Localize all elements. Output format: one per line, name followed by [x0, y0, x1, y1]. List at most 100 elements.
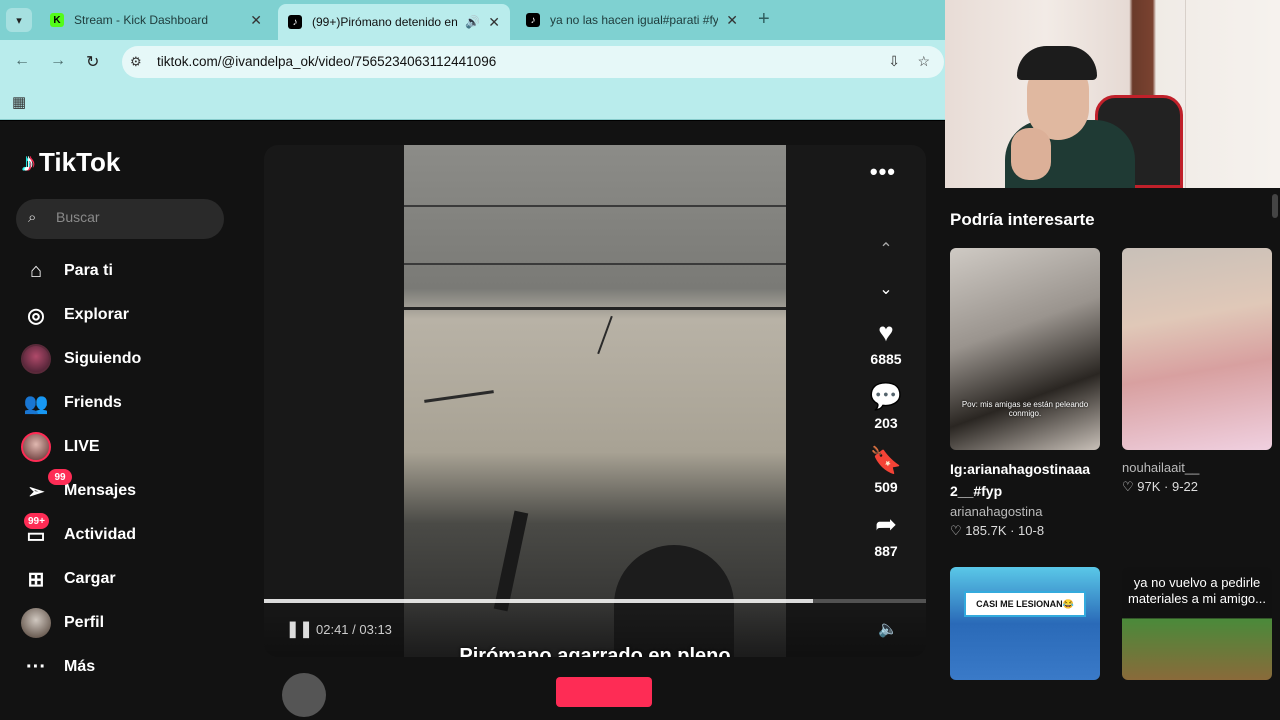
heart-outline-icon: ♡ — [1122, 479, 1134, 494]
suggestions-panel: Podría interesarte Pov: mis amigas se es… — [945, 188, 1280, 720]
pavement-line — [404, 263, 786, 265]
streamer-cap — [1017, 46, 1097, 80]
nav-item-perfil[interactable]: Perfil — [20, 601, 141, 645]
close-icon[interactable]: ✕ — [488, 14, 500, 31]
search-box[interactable]: ⌕ — [16, 199, 224, 239]
forward-icon[interactable]: → — [50, 52, 66, 70]
card-title: Ig:arianahagostinaaa 2__#fyp — [950, 458, 1100, 502]
tab-title: Stream - Kick Dashboard — [74, 13, 209, 27]
nav-item-mas[interactable]: ··· Más — [20, 645, 141, 689]
save-action[interactable]: 🔖 509 — [852, 443, 920, 501]
search-input[interactable] — [56, 209, 206, 225]
volume-icon[interactable]: 🔈 — [878, 619, 898, 639]
pause-icon[interactable]: ❚❚ — [286, 619, 313, 639]
scrollbar-thumb[interactable] — [1272, 194, 1278, 218]
more-icon: ··· — [26, 655, 46, 678]
friends-icon: 👥 — [23, 392, 49, 415]
suggestion-card[interactable]: Pov: mis amigas se están peleando conmig… — [950, 248, 1100, 539]
bookmark-star-icon[interactable]: ☆ — [917, 53, 930, 70]
nav-label: Siguiendo — [64, 350, 142, 367]
messages-icon: ➢ — [27, 480, 45, 503]
heart-outline-icon: ♡ — [950, 523, 962, 538]
video-thumbnail[interactable] — [1122, 248, 1272, 450]
suggestion-card[interactable]: nouhailaait__ ♡ 97K · 9-22 — [1122, 248, 1272, 495]
tab-kick-dashboard[interactable]: K Stream - Kick Dashboard ✕ — [40, 4, 272, 36]
following-avatar — [21, 344, 51, 374]
card-user: nouhailaait__ — [1122, 460, 1200, 475]
bookmarks-bar: ▦ — [0, 84, 945, 120]
tab-tiktok-video[interactable]: ♪ (99+)Pirómano detenido en 🔊 ✕ — [278, 4, 510, 40]
chevron-down-icon: ▾ — [16, 14, 22, 27]
card-title-line: Ig:arianahagostinaaa — [950, 461, 1091, 477]
nav-item-mensajes[interactable]: ➢ 99 Mensajes — [20, 469, 141, 513]
tab-search-button[interactable]: ▾ — [6, 8, 32, 32]
pavement-edge — [404, 307, 786, 310]
kick-icon: K — [50, 13, 64, 27]
nav-label: LIVE — [64, 438, 100, 455]
apps-grid-icon[interactable]: ▦ — [12, 93, 26, 111]
video-thumbnail[interactable]: CASI ME LESIONAN😂 — [950, 567, 1100, 680]
author-avatar[interactable] — [282, 673, 326, 717]
comment-action[interactable]: 💬 203 — [852, 379, 920, 437]
close-icon[interactable]: ✕ — [250, 12, 262, 29]
nav-item-actividad[interactable]: ▭ 99+ Actividad — [20, 513, 141, 557]
install-app-icon[interactable]: ⇩ — [888, 53, 900, 70]
video-progress-fill — [264, 599, 814, 603]
next-video-button[interactable]: ⌄ — [852, 269, 920, 309]
nav-label: Friends — [64, 394, 122, 411]
video-frame[interactable] — [404, 145, 786, 657]
follow-button[interactable] — [556, 677, 652, 707]
video-caption: Pirómano agarrado en pleno — [459, 645, 731, 657]
suggestion-card[interactable]: CASI ME LESIONAN😂 — [950, 567, 1100, 680]
suggestions-title: Podría interesarte — [950, 210, 1095, 229]
card-user: arianahagostina — [950, 504, 1043, 519]
nav-label: Actividad — [64, 526, 137, 543]
thumbnail-label: CASI ME LESIONAN😂 — [964, 591, 1086, 617]
like-action[interactable]: ♥ 6885 — [852, 315, 920, 373]
nav-item-para-ti[interactable]: ⌂ Para ti — [20, 249, 141, 293]
nav-label: Explorar — [64, 306, 129, 323]
compass-icon: ◎ — [27, 304, 45, 327]
tab-title: (99+)Pirómano detenido en — [312, 15, 458, 29]
site-info-icon[interactable]: ⚙ — [130, 54, 142, 70]
tab-tiktok-other[interactable]: ♪ ya no las hacen igual#parati #fy ✕ — [516, 4, 748, 36]
video-progress-bar[interactable] — [264, 599, 926, 603]
nav-item-live[interactable]: LIVE — [20, 425, 141, 469]
save-count: 509 — [874, 479, 898, 495]
browser-tab-bar: ▾ K Stream - Kick Dashboard ✕ ♪ (99+)Pir… — [0, 0, 945, 40]
nav-label: Más — [64, 658, 96, 675]
close-icon[interactable]: ✕ — [726, 12, 738, 29]
more-options-icon[interactable]: ••• — [870, 159, 896, 185]
nav-item-friends[interactable]: 👥 Friends — [20, 381, 141, 425]
video-player[interactable]: ❚❚ 02:41 / 03:13 🔈 Pirómano agarrado en … — [264, 145, 926, 657]
thumbnail-subtitle: Pov: mis amigas se están peleando conmig… — [961, 400, 1089, 418]
home-icon: ⌂ — [29, 259, 43, 282]
reload-icon[interactable]: ↻ — [86, 52, 99, 72]
profile-avatar — [21, 608, 51, 638]
tiktok-page: ♪ TikTok ⌕ ⌂ Para ti ◎ Explorar Siguiend… — [0, 121, 945, 720]
suggestion-card[interactable]: ya no vuelvo a pedirle materiales a mi a… — [1122, 567, 1272, 680]
url-bar[interactable]: ⚙ tiktok.com/@ivandelpa_ok/video/7565234… — [122, 46, 944, 78]
pavement-line — [404, 205, 786, 207]
bookmark-icon[interactable]: 🔖 — [870, 443, 902, 477]
share-count: 887 — [874, 543, 898, 559]
thumbnail-text: ya no vuelvo a pedirle materiales a mi a… — [1128, 575, 1266, 606]
share-icon[interactable]: ➦ — [875, 507, 897, 541]
heart-icon[interactable]: ♥ — [878, 315, 893, 349]
share-action[interactable]: ➦ 887 — [852, 507, 920, 565]
video-thumbnail[interactable]: Pov: mis amigas se están peleando conmig… — [950, 248, 1100, 450]
video-thumbnail[interactable]: ya no vuelvo a pedirle materiales a mi a… — [1122, 567, 1272, 680]
nav-item-siguiendo[interactable]: Siguiendo — [20, 337, 141, 381]
comment-icon[interactable]: 💬 — [870, 379, 902, 413]
back-icon[interactable]: ← — [14, 52, 30, 70]
tiktok-logo[interactable]: ♪ TikTok — [22, 147, 120, 178]
nav-label: Para ti — [64, 262, 113, 279]
nav-item-cargar[interactable]: ⊞ Cargar — [20, 557, 141, 601]
tab-title: ya no las hacen igual#parati #fy — [550, 13, 719, 27]
previous-video-button[interactable]: ⌃ — [852, 229, 920, 269]
streamer-hand — [1011, 128, 1051, 180]
speaker-icon[interactable]: 🔊 — [465, 15, 480, 29]
card-date: 9-22 — [1171, 479, 1199, 494]
new-tab-button[interactable]: + — [758, 8, 770, 31]
nav-item-explorar[interactable]: ◎ Explorar — [20, 293, 141, 337]
